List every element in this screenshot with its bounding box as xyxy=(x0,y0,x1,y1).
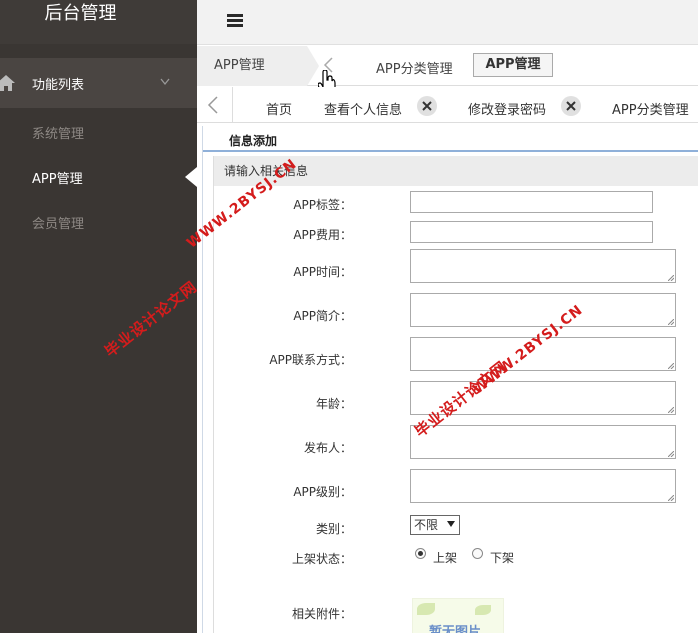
radio-status-on[interactable] xyxy=(415,548,426,559)
topbar xyxy=(197,0,698,45)
sidebar-item-members[interactable]: 会员管理 xyxy=(32,213,84,232)
sidebar-title: 后台管理 xyxy=(0,0,197,44)
textarea-publisher[interactable] xyxy=(410,425,676,459)
label-status: 上架状态： xyxy=(291,552,352,566)
label-category: 类别： xyxy=(315,522,352,536)
label-attachment: 相关附件： xyxy=(291,607,352,621)
sidebar-item-app[interactable]: APP管理 xyxy=(32,168,83,187)
breadcrumb-link[interactable]: APP分类管理 xyxy=(376,58,453,77)
sidebar: 后台管理 功能列表 系统管理 APP管理 会员管理 xyxy=(0,0,197,633)
radio-status-off[interactable] xyxy=(472,548,483,559)
tab-change-password[interactable]: 修改登录密码 xyxy=(468,99,546,118)
dropdown-arrow-icon xyxy=(447,521,455,527)
resize-grip-icon xyxy=(668,407,674,413)
resize-grip-icon xyxy=(668,363,674,369)
breadcrumb-current[interactable]: APP管理 xyxy=(473,53,553,77)
resize-grip-icon xyxy=(668,275,674,281)
tab-profile-close[interactable] xyxy=(417,96,437,116)
menu-function-list[interactable]: 功能列表 xyxy=(0,58,197,108)
breadcrumb-root[interactable]: APP管理 xyxy=(197,46,319,86)
resize-grip-icon xyxy=(668,451,674,457)
content-panel: 信息添加 请输入相关信息 APP标签： APP费用： APP时间： APP简介：… xyxy=(202,126,698,633)
label-tag: APP标签： xyxy=(293,198,352,212)
radio-status-on-label: 上架 xyxy=(433,551,458,565)
sidebar-item-system[interactable]: 系统管理 xyxy=(32,123,84,142)
tab-change-password-close[interactable] xyxy=(561,96,581,116)
tab-scroll-left[interactable] xyxy=(197,87,233,123)
select-category-value: 不限 xyxy=(414,518,439,532)
label-contact: APP联系方式： xyxy=(269,353,352,367)
tab-app-category[interactable]: APP分类管理 xyxy=(612,99,689,118)
tab-profile[interactable]: 查看个人信息 xyxy=(324,99,402,118)
textarea-intro[interactable] xyxy=(410,293,676,327)
no-image-text: 暂无图片 xyxy=(429,625,482,633)
radio-status-off-label: 下架 xyxy=(490,551,515,565)
menu-label: 功能列表 xyxy=(32,78,85,93)
home-icon xyxy=(0,75,15,91)
textarea-time[interactable] xyxy=(410,249,676,283)
input-tag[interactable] xyxy=(410,191,653,213)
textarea-age[interactable] xyxy=(410,381,676,415)
close-icon xyxy=(422,101,432,111)
attachment-preview[interactable]: 暂无图片 xyxy=(412,598,504,633)
breadcrumb: APP管理 APP分类管理 APP管理 xyxy=(197,46,698,86)
resize-grip-icon xyxy=(668,495,674,501)
form-header: 请输入相关信息 xyxy=(214,156,698,186)
active-indicator xyxy=(185,167,197,187)
textarea-level[interactable] xyxy=(410,469,676,503)
select-category[interactable]: 不限 xyxy=(410,515,460,535)
label-time: APP时间： xyxy=(293,265,352,279)
label-publisher: 发布人： xyxy=(303,441,352,455)
label-age: 年龄： xyxy=(315,397,352,411)
label-level: APP级别： xyxy=(293,485,352,499)
chevron-left-icon xyxy=(207,96,218,114)
app-title: 后台管理 xyxy=(44,3,117,24)
tab-home[interactable]: 首页 xyxy=(266,99,292,118)
label-intro: APP简介： xyxy=(293,309,352,323)
close-icon xyxy=(566,101,576,111)
resize-grip-icon xyxy=(668,319,674,325)
tab-bar: 首页 查看个人信息 修改登录密码 APP分类管理 xyxy=(197,87,698,123)
input-fee[interactable] xyxy=(410,221,653,243)
add-form: 请输入相关信息 APP标签： APP费用： APP时间： APP简介： APP联… xyxy=(213,156,698,633)
textarea-contact[interactable] xyxy=(410,337,676,371)
section-title: 信息添加 xyxy=(203,130,698,152)
chevron-down-icon xyxy=(160,78,170,86)
hamburger-menu-icon[interactable] xyxy=(227,14,243,28)
label-fee: APP费用： xyxy=(293,228,352,242)
